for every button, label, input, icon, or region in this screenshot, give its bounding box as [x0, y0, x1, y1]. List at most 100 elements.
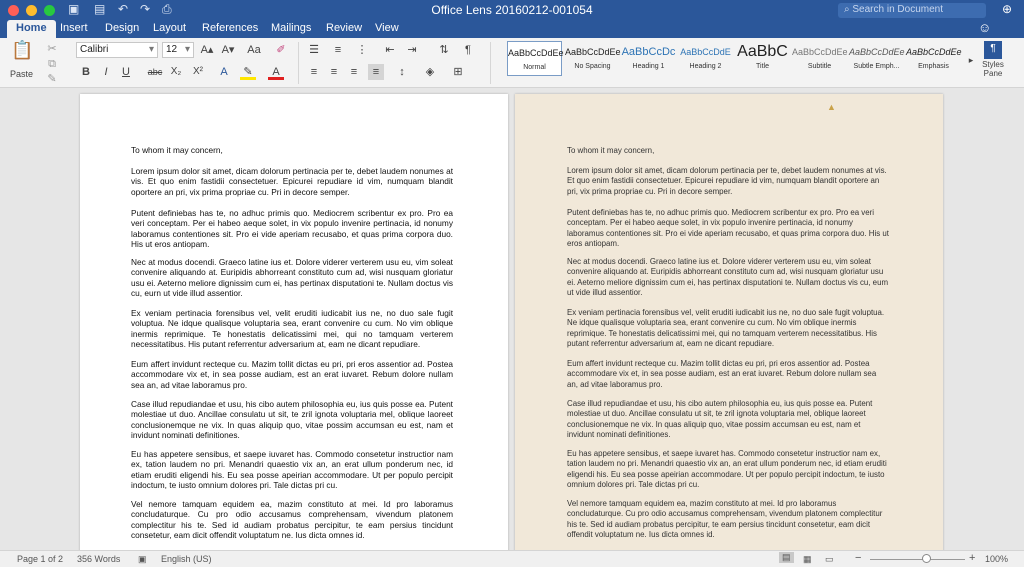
tab-home[interactable]: Home — [7, 20, 56, 38]
style-no-spacing[interactable]: AaBbCcDdEe No Spacing — [565, 41, 621, 76]
divider — [490, 42, 491, 84]
page-count[interactable]: Page 1 of 2 — [17, 554, 63, 564]
styles-pane-label[interactable]: Styles Pane — [978, 60, 1008, 78]
borders-icon[interactable]: ⊞ — [450, 64, 466, 80]
align-center-icon[interactable]: ≡ — [326, 64, 342, 80]
image-paragraph: Eum affert invidunt recteque cu. Mazim t… — [567, 359, 877, 389]
image-paragraph: Nec at modus docendi. Graeco latine ius … — [567, 257, 889, 298]
zoom-slider-thumb[interactable] — [922, 554, 931, 563]
align-left-icon[interactable]: ≡ — [306, 64, 322, 80]
underline-icon[interactable]: U — [118, 64, 134, 80]
copy-icon[interactable]: ⧉ — [44, 56, 60, 72]
cut-icon[interactable]: ✂ — [44, 41, 60, 57]
superscript-icon[interactable]: X² — [190, 64, 206, 80]
ribbon-tabs: Home Insert Design Layout References Mai… — [0, 20, 1024, 38]
shading-icon[interactable]: ◈ — [422, 64, 438, 80]
tab-design[interactable]: Design — [105, 22, 139, 34]
word-count[interactable]: 356 Words — [77, 554, 120, 564]
increase-indent-icon[interactable]: ⇥ — [404, 42, 420, 58]
style-heading-2[interactable]: AaBbCcDdE Heading 2 — [678, 41, 733, 76]
highlight-icon[interactable]: ✎ — [240, 64, 256, 80]
style-label: Normal — [523, 64, 546, 71]
style-preview: AaBbCcDc — [621, 46, 676, 58]
font-size-select[interactable]: 12 ▾ — [162, 42, 194, 58]
tab-review[interactable]: Review — [326, 22, 362, 34]
tab-layout[interactable]: Layout — [153, 22, 186, 34]
style-emphasis[interactable]: AaBbCcDdEe Emphasis — [906, 41, 962, 76]
tab-view[interactable]: View — [375, 22, 399, 34]
proofing-icon[interactable]: ▣ — [138, 554, 147, 565]
paragraph[interactable]: Eu has appetere sensibus, et saepe iuvar… — [131, 449, 453, 491]
tab-insert[interactable]: Insert — [60, 22, 88, 34]
paragraph[interactable]: Nec at modus docendi. Graeco latine ius … — [131, 257, 453, 299]
style-label: Emphasis — [918, 63, 949, 70]
style-subtle-emphasis[interactable]: AaBbCcDdEe Subtle Emph... — [849, 41, 905, 76]
font-color-icon[interactable]: A — [268, 64, 284, 80]
zoom-out-icon[interactable]: − — [855, 552, 861, 564]
line-spacing-icon[interactable]: ↕ — [394, 64, 410, 80]
paste-icon[interactable]: 📋 — [11, 41, 33, 64]
share-icon[interactable]: ⊕ — [1002, 2, 1012, 16]
image-paragraph: Putent definiebas has te, no adhuc primi… — [567, 208, 889, 249]
style-preview: AaBbCcDdEe — [849, 47, 905, 57]
tab-mailings[interactable]: Mailings — [271, 22, 311, 34]
tab-references[interactable]: References — [202, 22, 258, 34]
clear-formatting-icon[interactable]: ✐ — [273, 42, 289, 58]
text-effects-icon[interactable]: A — [216, 64, 232, 80]
search-input[interactable]: ⌕ Search in Document — [838, 3, 986, 18]
bullets-icon[interactable]: ☰ — [306, 42, 322, 58]
format-painter-icon[interactable]: ✎ — [44, 71, 60, 87]
style-preview: AaBbCcDdEe — [508, 48, 564, 58]
image-paragraph: To whom it may concern, — [567, 146, 655, 155]
document-canvas[interactable]: To whom it may concern, Lorem ipsum dolo… — [0, 88, 1024, 550]
status-bar: Page 1 of 2 356 Words ▣ English (US) ▤ ▦… — [0, 550, 1024, 567]
chevron-down-icon: ▾ — [148, 44, 154, 55]
shrink-font-icon[interactable]: A▾ — [220, 42, 236, 58]
strikethrough-icon[interactable]: abc — [146, 64, 164, 80]
focus-view-icon[interactable]: ▭ — [825, 554, 834, 565]
decrease-indent-icon[interactable]: ⇤ — [382, 42, 398, 58]
zoom-level[interactable]: 100% — [985, 554, 1008, 564]
sort-icon[interactable]: ⇅ — [436, 42, 452, 58]
change-case-icon[interactable]: Aa — [246, 42, 262, 58]
style-normal[interactable]: AaBbCcDdEe Normal — [507, 41, 564, 76]
styles-pane-icon[interactable]: ¶ — [984, 41, 1002, 59]
web-layout-view-icon[interactable]: ▦ — [803, 554, 812, 565]
font-name-value: Calibri — [80, 44, 109, 55]
style-label: Subtle Emph... — [853, 63, 900, 70]
show-formatting-icon[interactable]: ¶ — [460, 42, 476, 58]
print-layout-view-icon[interactable]: ▤ — [779, 552, 794, 563]
smiley-feedback-icon[interactable]: ☺ — [978, 20, 991, 35]
zoom-in-icon[interactable]: + — [969, 552, 975, 564]
italic-icon[interactable]: I — [98, 64, 114, 80]
paragraph[interactable]: Lorem ipsum dolor sit amet, dicam doloru… — [131, 166, 453, 197]
scanned-letter-image[interactable]: ▲ To whom it may concern, Lorem ipsum do… — [515, 94, 943, 550]
zoom-slider[interactable] — [870, 559, 965, 560]
subscript-icon[interactable]: X₂ — [168, 64, 184, 80]
paste-label[interactable]: Paste — [10, 67, 33, 81]
style-heading-1[interactable]: AaBbCcDc Heading 1 — [621, 41, 676, 76]
style-title[interactable]: AaBbC Title — [735, 41, 790, 76]
image-paragraph: Eu has appetere sensibus, et saepe iuvar… — [567, 449, 887, 490]
divider — [298, 42, 299, 84]
bold-icon[interactable]: B — [78, 64, 94, 80]
paragraph[interactable]: Putent definiebas has te, no adhuc primi… — [131, 208, 453, 250]
justify-icon[interactable]: ≡ — [368, 64, 384, 80]
language[interactable]: English (US) — [161, 554, 212, 564]
grow-font-icon[interactable]: A▴ — [199, 42, 215, 58]
style-preview: AaBbC — [737, 43, 788, 60]
style-subtitle[interactable]: AaBbCcDdEe Subtitle — [792, 41, 848, 76]
paragraph[interactable]: Vel nemore tamquam equidem ea, mazim con… — [131, 499, 453, 541]
align-right-icon[interactable]: ≡ — [346, 64, 362, 80]
document-page[interactable]: To whom it may concern, Lorem ipsum dolo… — [80, 94, 508, 550]
multilevel-list-icon[interactable]: ⋮ — [354, 42, 370, 58]
font-name-select[interactable]: Calibri ▾ — [76, 42, 158, 58]
paragraph[interactable]: Ex veniam pertinacia forensibus vel, vel… — [131, 308, 453, 350]
title-bar: ▣ ▤ ↶ ↷ ⎙ Office Lens 20160212-001054 ⌕ … — [0, 0, 1024, 20]
paragraph[interactable]: Case illud repudiandae et usu, his cibo … — [131, 399, 453, 441]
numbering-icon[interactable]: ≡ — [330, 42, 346, 58]
styles-more-icon[interactable]: ▸ — [963, 52, 979, 68]
style-label: Title — [756, 63, 769, 70]
paragraph[interactable]: Eum affert invidunt recteque cu. Mazim t… — [131, 359, 453, 390]
paragraph[interactable]: To whom it may concern, — [131, 145, 453, 155]
